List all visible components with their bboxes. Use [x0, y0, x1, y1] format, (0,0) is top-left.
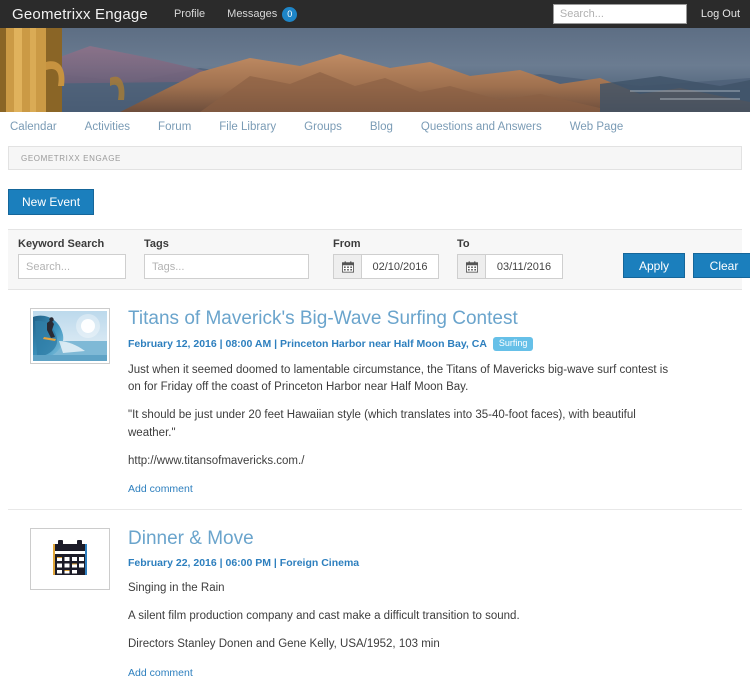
- tab-groups[interactable]: Groups: [290, 121, 356, 133]
- top-bar: Geometrixx Engage Profile Messages 0 Sea…: [0, 0, 750, 28]
- keyword-search-placeholder: Search...: [26, 260, 71, 273]
- nav-item-messages-label[interactable]: Messages: [227, 8, 277, 20]
- from-date-field: From 02/10/2016: [333, 238, 439, 279]
- tags-label: Tags: [144, 238, 169, 250]
- top-nav: Profile Messages 0: [174, 6, 298, 22]
- tab-web-page[interactable]: Web Page: [556, 121, 638, 133]
- top-right-actions: Search... Log Out: [552, 0, 740, 28]
- tags-input[interactable]: Tags...: [144, 254, 309, 279]
- keyword-search-label: Keyword Search: [18, 238, 105, 250]
- filter-bar: Keyword Search Search... Tags Tags... Fr…: [8, 229, 750, 290]
- to-calendar-icon[interactable]: [457, 254, 485, 279]
- tab-blog[interactable]: Blog: [356, 121, 407, 133]
- section-tabs: Calendar Activities Forum File Library G…: [0, 112, 750, 142]
- apply-button[interactable]: Apply: [623, 253, 685, 278]
- calendar-glyph: [341, 260, 354, 273]
- event-list: Titans of Maverick's Big-Wave Surfing Co…: [0, 290, 750, 693]
- event-meta: February 12, 2016 | 08:00 AM | Princeton…: [128, 336, 742, 351]
- from-date-label: From: [333, 238, 361, 250]
- event-paragraph: "It should be just under 20 feet Hawaiia…: [128, 409, 636, 439]
- calendar-icon: [53, 540, 87, 576]
- global-search-input[interactable]: Search...: [552, 4, 687, 24]
- event-title[interactable]: Titans of Maverick's Big-Wave Surfing Co…: [128, 308, 742, 330]
- new-event-toolbar: New Event: [0, 170, 750, 215]
- event-paragraph: Directors Stanley Donen and Gene Kelly, …: [128, 638, 440, 651]
- from-date-input[interactable]: 02/10/2016: [361, 254, 439, 279]
- tags-field: Tags Tags...: [144, 238, 309, 279]
- event-body: Titans of Maverick's Big-Wave Surfing Co…: [128, 308, 742, 495]
- messages-count-badge: 0: [282, 6, 298, 22]
- to-date-input[interactable]: 03/11/2016: [485, 254, 563, 279]
- to-date-label: To: [457, 238, 470, 250]
- event-meta-text: February 12, 2016 | 08:00 AM | Princeton…: [128, 337, 487, 350]
- from-calendar-icon[interactable]: [333, 254, 361, 279]
- banner-artwork: [0, 28, 750, 112]
- surf-photo-thumbnail[interactable]: [30, 308, 110, 364]
- tab-questions-and-answers[interactable]: Questions and Answers: [407, 121, 556, 133]
- event-item: Titans of Maverick's Big-Wave Surfing Co…: [8, 290, 742, 509]
- event-title[interactable]: Dinner & Move: [128, 528, 742, 550]
- event-paragraph: A silent film production company and cas…: [128, 610, 520, 623]
- keyword-search-input[interactable]: Search...: [18, 254, 126, 279]
- event-thumbnail-column: [8, 308, 110, 495]
- to-date-field: To 03/11/2016: [457, 238, 563, 279]
- event-meta: February 22, 2016 | 06:00 PM | Foreign C…: [128, 557, 742, 569]
- breadcrumb: GEOMETRIXX ENGAGE: [8, 146, 742, 170]
- keyword-search-field: Keyword Search Search...: [18, 238, 126, 279]
- tab-forum[interactable]: Forum: [144, 121, 205, 133]
- event-thumbnail-column: [8, 528, 110, 679]
- calendar-glyph: [465, 260, 478, 273]
- event-item: Dinner & Move February 22, 2016 | 06:00 …: [8, 509, 742, 693]
- add-comment-link[interactable]: Add comment: [128, 667, 193, 679]
- tab-activities[interactable]: Activities: [71, 121, 144, 133]
- banner-image: [0, 28, 750, 112]
- calendar-placeholder-thumbnail[interactable]: [30, 528, 110, 591]
- tags-placeholder: Tags...: [152, 260, 185, 273]
- event-paragraph: Just when it seemed doomed to lamentable…: [128, 363, 669, 394]
- brand-title: Geometrixx Engage: [12, 5, 148, 23]
- event-tag-badge[interactable]: Surfing: [492, 336, 534, 351]
- add-comment-link[interactable]: Add comment: [128, 483, 193, 495]
- event-paragraph: Singing in the Rain: [128, 581, 225, 594]
- nav-item-messages[interactable]: Messages 0: [227, 6, 298, 22]
- logout-button[interactable]: Log Out: [701, 8, 740, 20]
- global-search-placeholder: Search...: [559, 8, 604, 20]
- tab-file-library[interactable]: File Library: [205, 121, 290, 133]
- event-url[interactable]: http://www.titansofmavericks.com./: [128, 453, 673, 470]
- new-event-button[interactable]: New Event: [8, 189, 95, 215]
- event-body: Dinner & Move February 22, 2016 | 06:00 …: [128, 528, 742, 679]
- filter-actions: Apply Clear: [623, 253, 750, 279]
- surfer-photo: [33, 311, 107, 361]
- nav-item-profile[interactable]: Profile: [174, 8, 205, 20]
- event-meta-text: February 22, 2016 | 06:00 PM | Foreign C…: [128, 556, 360, 569]
- breadcrumb-label[interactable]: GEOMETRIXX ENGAGE: [21, 154, 121, 163]
- clear-button[interactable]: Clear: [693, 253, 750, 278]
- tab-calendar[interactable]: Calendar: [8, 121, 71, 133]
